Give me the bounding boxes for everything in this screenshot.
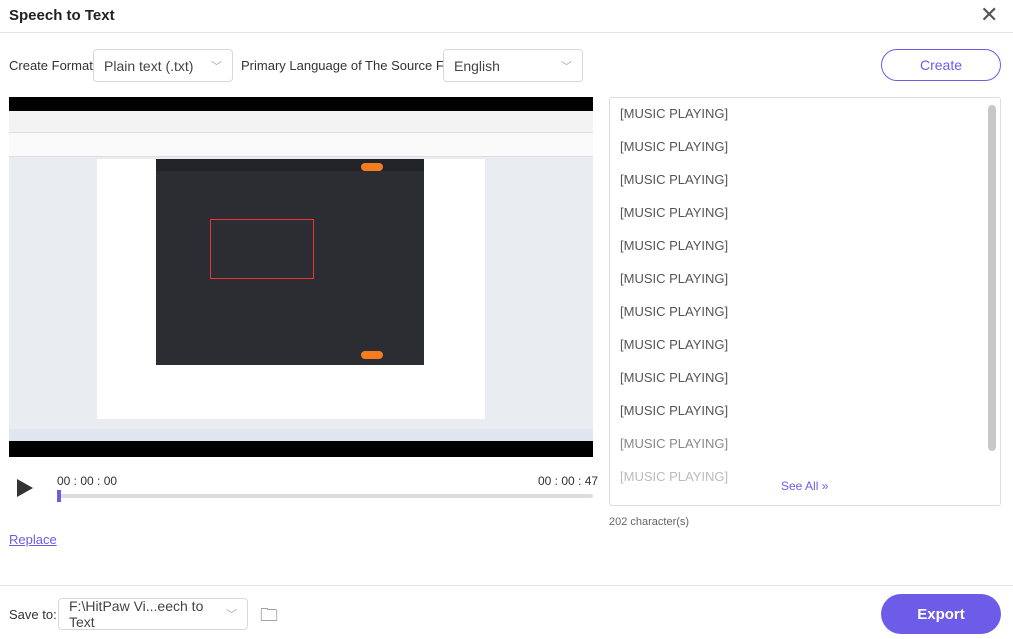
transcript-line[interactable]: [MUSIC PLAYING]	[620, 172, 728, 187]
save-path-value: F:\HitPaw Vi...eech to Text	[69, 598, 204, 630]
see-all-label: See All	[781, 479, 819, 493]
export-button[interactable]: Export	[881, 594, 1001, 634]
transcript-line[interactable]: [MUSIC PLAYING]	[620, 304, 728, 319]
language-value: English	[454, 57, 500, 74]
chevron-down-icon: ﹀	[561, 60, 572, 73]
transcript-line[interactable]: [MUSIC PLAYING]	[620, 436, 728, 451]
transcript-line[interactable]: [MUSIC PLAYING]	[620, 469, 728, 484]
transcript-line[interactable]: [MUSIC PLAYING]	[620, 139, 728, 154]
folder-icon[interactable]: 🗀	[260, 603, 278, 633]
transcript-line[interactable]: [MUSIC PLAYING]	[620, 106, 728, 121]
close-icon[interactable]: ✕	[980, 4, 998, 26]
scrollbar[interactable]	[988, 105, 996, 451]
transcript-line[interactable]: [MUSIC PLAYING]	[620, 238, 728, 253]
chevron-down-icon: ﹀	[211, 60, 222, 73]
replace-link[interactable]: Replace	[9, 532, 57, 547]
divider	[0, 585, 1013, 586]
seek-handle[interactable]	[57, 490, 61, 502]
double-chevron-down-icon: »	[821, 479, 829, 493]
transcript-line[interactable]: [MUSIC PLAYING]	[620, 205, 728, 220]
transcript-panel: [MUSIC PLAYING] [MUSIC PLAYING] [MUSIC PLA…	[609, 97, 1001, 506]
see-all-link[interactable]: See All »	[781, 479, 828, 493]
create-button[interactable]: Create	[881, 49, 1001, 81]
transcript-line[interactable]: [MUSIC PLAYING]	[620, 337, 728, 352]
format-select[interactable]: Plain text (.txt) ﹀	[93, 49, 233, 82]
transcript-line[interactable]: [MUSIC PLAYING]	[620, 271, 728, 286]
language-select[interactable]: English ﹀	[443, 49, 583, 82]
play-button[interactable]	[17, 479, 33, 497]
chevron-down-icon: ﹀	[226, 609, 237, 621]
duration: 00 : 00 : 47	[538, 474, 599, 488]
format-label: Create Format:	[9, 58, 97, 73]
dialog-title: Speech to Text	[9, 7, 115, 24]
format-value: Plain text (.txt)	[104, 57, 194, 74]
transcript-line[interactable]: [MUSIC PLAYING]	[620, 403, 728, 418]
transcript-line[interactable]: [MUSIC PLAYING]	[620, 370, 728, 385]
language-label: Primary Language of The Source File:	[241, 58, 461, 73]
save-to-label: Save to:	[9, 607, 57, 622]
seek-bar[interactable]	[57, 494, 593, 498]
video-frame	[9, 111, 593, 441]
current-time: 00 : 00 : 00	[57, 474, 118, 488]
character-count: 202 character(s)	[609, 516, 690, 528]
video-preview[interactable]	[9, 97, 593, 457]
divider	[0, 32, 1013, 33]
save-path-select[interactable]: F:\HitPaw Vi...eech to Text ﹀	[58, 598, 248, 630]
